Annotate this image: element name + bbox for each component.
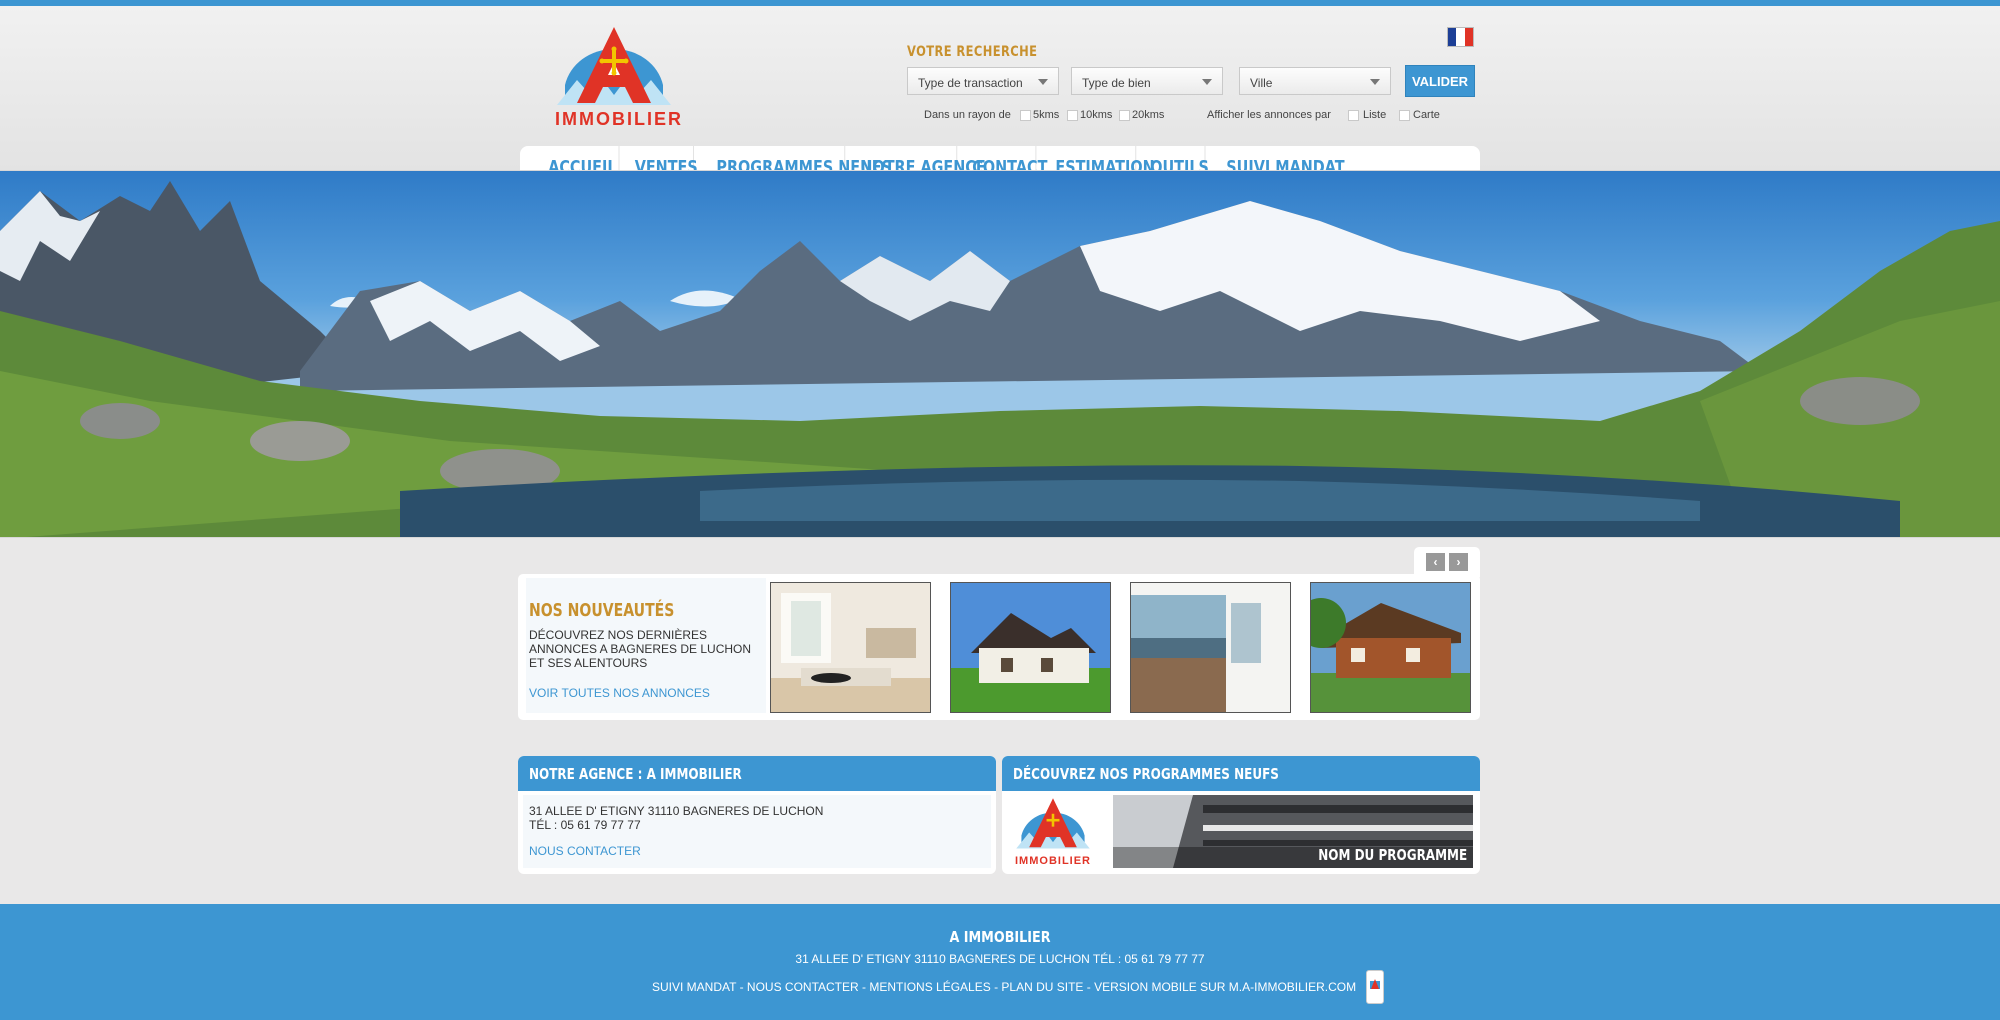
footer-separator: - [990, 980, 1002, 994]
news-description: DÉCOUVREZ NOS DERNIÈRES ANNONCES A BAGNE… [529, 628, 752, 670]
display-map-checkbox[interactable] [1399, 110, 1410, 121]
footer-link-mentions[interactable]: MENTIONS LÉGALES [869, 980, 990, 994]
radius-label: Dans un rayon de [924, 109, 1011, 121]
new-programs-panel-title: DÉCOUVREZ NOS PROGRAMMES NEUFS [1013, 765, 1279, 783]
display-list-checkbox[interactable] [1348, 110, 1359, 121]
footer-link-contact[interactable]: NOUS CONTACTER [747, 980, 859, 994]
contact-us-link[interactable]: NOUS CONTACTER [529, 844, 641, 858]
hero-banner-mountains [0, 170, 2000, 538]
carousel-controls: ‹ › [1414, 547, 1480, 577]
footer-link-sitemap[interactable]: PLAN DU SITE [1001, 980, 1083, 994]
wooden-chalet-image [1311, 583, 1470, 712]
footer-separator: - [736, 980, 747, 994]
footer-title: A IMMOBILIER [949, 928, 1051, 946]
new-programs-panel-header: DÉCOUVREZ NOS PROGRAMMES NEUFS [1002, 756, 1480, 791]
validate-button[interactable]: VALIDER [1405, 65, 1475, 97]
mobile-logo-icon [1370, 979, 1380, 989]
display-list-label: Liste [1363, 109, 1387, 121]
footer-address: 31 ALLEE D' ETIGNY 31110 BAGNERES DE LUC… [795, 952, 1205, 966]
property-type-value: Type de bien [1082, 76, 1151, 90]
property-type-select[interactable]: Type de bien [1071, 67, 1223, 95]
display-map-label: Carte [1413, 109, 1440, 121]
radius-10km-checkbox[interactable] [1067, 110, 1078, 121]
city-value: Ville [1250, 76, 1273, 90]
display-label: Afficher les annonces par [1207, 109, 1331, 121]
footer-separator: - [1083, 980, 1095, 994]
radius-10km-label: 10kms [1080, 109, 1113, 121]
program-logo[interactable]: IMMOBILIER [1013, 797, 1093, 869]
house-with-garden-image [951, 583, 1110, 712]
logo-text: IMMOBILIER [555, 109, 683, 129]
footer: A IMMOBILIER 31 ALLEE D' ETIGNY 31110 BA… [0, 904, 2000, 1020]
radius-20km-checkbox[interactable] [1119, 110, 1130, 121]
agency-phone: TÉL : 05 61 79 77 77 [529, 818, 641, 832]
transaction-type-value: Type de transaction [918, 76, 1023, 90]
interior-living-room-image [771, 583, 930, 712]
footer-separator: - [858, 980, 870, 994]
all-listings-link[interactable]: VOIR TOUTES NOS ANNONCES [529, 686, 710, 700]
site-logo[interactable]: IMMOBILIER [555, 25, 683, 130]
listing-thumbnail-2[interactable] [950, 582, 1111, 713]
french-flag-icon[interactable] [1447, 27, 1474, 47]
footer-link-mobile[interactable]: VERSION MOBILE SUR M.A-IMMOBILIER.COM [1094, 980, 1356, 994]
radius-5km-checkbox[interactable] [1020, 110, 1031, 121]
chevron-left-icon[interactable]: ‹ [1426, 553, 1445, 571]
footer-links: SUIVI MANDAT - NOUS CONTACTER - MENTIONS… [652, 980, 1356, 994]
listing-thumbnail-1[interactable] [770, 582, 931, 713]
radius-5km-label: 5kms [1033, 109, 1060, 121]
dropdown-arrow-icon [1202, 79, 1212, 85]
search-title: VOTRE RECHERCHE [907, 44, 1038, 60]
mountain-landscape-image [0, 181, 2000, 537]
logo-mountain-icon [1016, 798, 1090, 849]
chevron-right-icon[interactable]: › [1449, 553, 1468, 571]
program-name: NOM DU PROGRAMME [1318, 846, 1467, 864]
city-select[interactable]: Ville [1239, 67, 1391, 95]
transaction-type-select[interactable]: Type de transaction [907, 67, 1059, 95]
new-programs-panel: DÉCOUVREZ NOS PROGRAMMES NEUFS IMMOBILIE… [1002, 756, 1480, 874]
listing-thumbnail-3[interactable] [1130, 582, 1291, 713]
agency-panel-header: NOTRE AGENCE : A IMMOBILIER [518, 756, 996, 791]
footer-link-suivi-mandat[interactable]: SUIVI MANDAT [652, 980, 736, 994]
agency-panel-title: NOTRE AGENCE : A IMMOBILIER [529, 765, 742, 783]
program-logo-text: IMMOBILIER [1015, 855, 1091, 867]
mobile-phone-icon[interactable] [1366, 970, 1384, 1004]
dropdown-arrow-icon [1038, 79, 1048, 85]
agency-panel: NOTRE AGENCE : A IMMOBILIER 31 ALLEE D' … [518, 756, 996, 874]
agency-address: 31 ALLEE D' ETIGNY 31110 BAGNERES DE LUC… [529, 804, 824, 818]
modern-terrace-lake-image [1131, 583, 1290, 712]
radius-20km-label: 20kms [1132, 109, 1165, 121]
program-photo[interactable]: NOM DU PROGRAMME [1113, 795, 1473, 868]
dropdown-arrow-icon [1370, 79, 1380, 85]
news-title: NOS NOUVEAUTÉS [529, 600, 675, 621]
logo-mountain-icon [557, 27, 671, 105]
listing-thumbnail-4[interactable] [1310, 582, 1471, 713]
